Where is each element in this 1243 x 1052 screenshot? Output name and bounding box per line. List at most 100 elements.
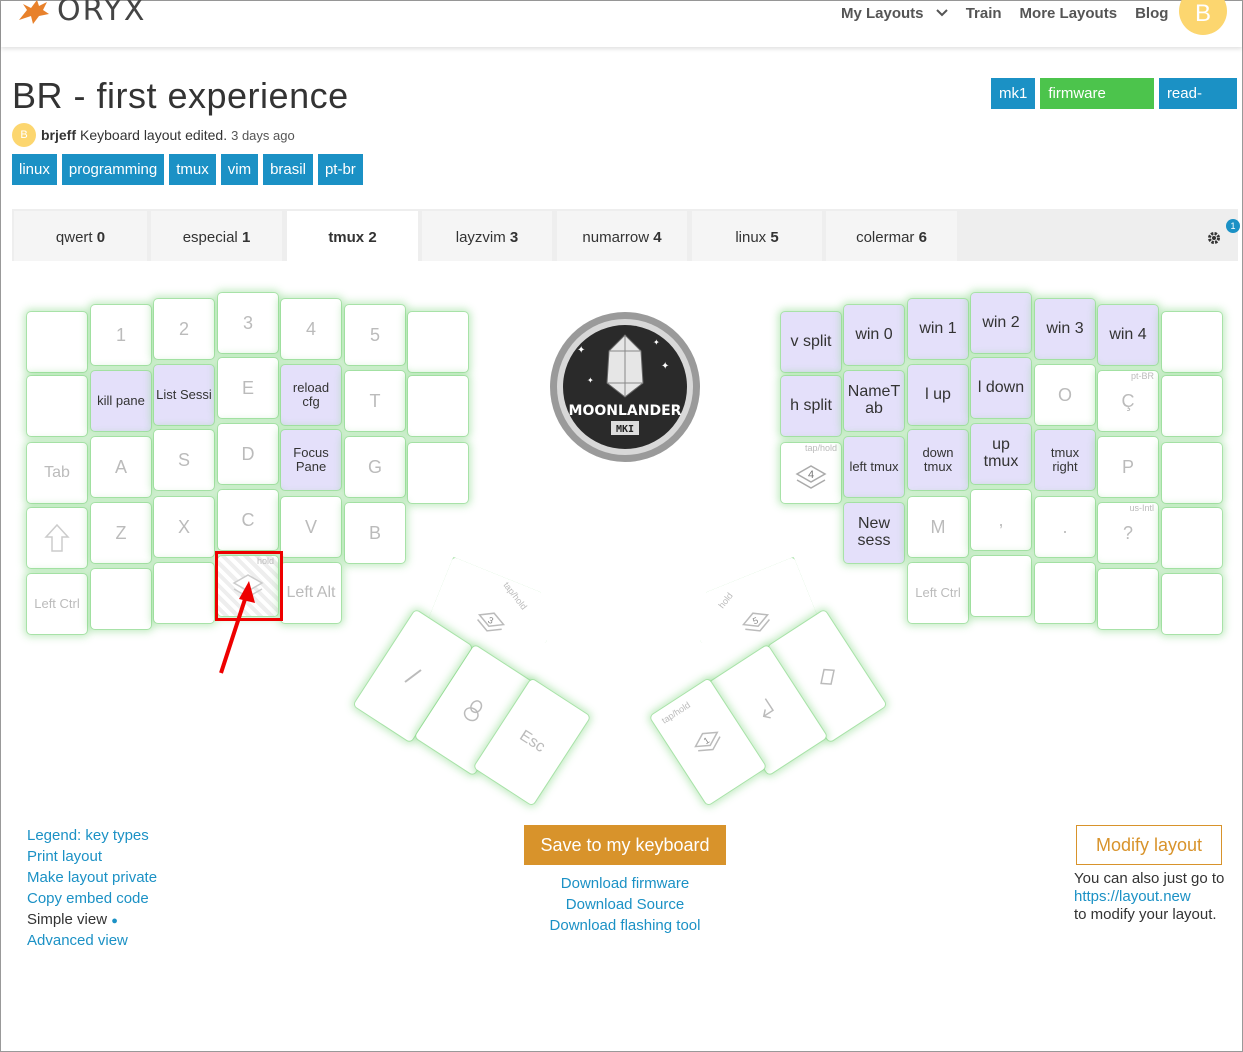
key[interactable] [154,563,214,623]
key-tmux-right[interactable]: tmux right [1035,430,1095,490]
tab-linux[interactable]: linux 5 [692,211,822,261]
tag-pt-br[interactable]: pt-br [317,154,363,185]
key-v-split[interactable]: v split [781,312,841,372]
save-to-keyboard-button[interactable]: Save to my keyboard [524,825,726,865]
key[interactable] [1162,574,1222,634]
tab-label: linux [735,229,767,246]
oryx-logo[interactable]: ORYX [17,0,146,28]
key[interactable] [408,443,468,503]
key-reload-cfg[interactable]: reload cfg [281,365,341,425]
key[interactable] [971,556,1031,616]
key[interactable] [1162,376,1222,436]
tag-brasil[interactable]: brasil [263,154,313,185]
key-label: E [241,377,254,398]
key-c-cedilla[interactable]: pt-BR Ç [1098,371,1158,431]
key[interactable] [1098,569,1158,629]
key-list-sessions[interactable]: List Sessi [154,365,214,425]
simple-view-option[interactable]: Simple view ● [27,911,157,932]
make-private-link[interactable]: Make layout private [27,869,157,890]
legend-link[interactable]: Legend: key types [27,827,157,848]
user-avatar[interactable]: B [1179,0,1227,35]
tab-layzvim[interactable]: layzvim 3 [422,211,552,261]
download-firmware-link[interactable]: Download firmware [524,875,726,896]
key-b[interactable]: B [345,503,405,563]
tab-qwert[interactable]: qwert 0 [14,211,147,261]
key-left-tmux[interactable]: left tmux [844,437,904,497]
tag-tmux[interactable]: tmux [169,154,216,185]
key-win0[interactable]: win 0 [844,305,904,365]
download-source-link[interactable]: Download Source [524,896,726,917]
key[interactable] [408,312,468,372]
advanced-view-link[interactable]: Advanced view [27,932,157,953]
key-z[interactable]: Z [91,503,151,563]
key[interactable] [1162,508,1222,568]
key-p[interactable]: P [1098,437,1158,497]
key-label: NameT [847,383,901,401]
key-comma[interactable]: , [971,490,1031,550]
key-h-split[interactable]: h split [781,376,841,436]
nav-train[interactable]: Train [966,5,1002,22]
key[interactable] [91,569,151,629]
key-shift[interactable] [27,508,87,568]
layout-new-link[interactable]: https://layout.new [1074,888,1239,906]
key-d[interactable]: D [218,424,278,484]
nav-blog[interactable]: Blog [1135,5,1168,22]
key-t[interactable]: T [345,371,405,431]
key-l-down[interactable]: l down [971,358,1031,418]
key-e[interactable]: E [218,358,278,418]
key-question[interactable]: us-Intl? [1098,503,1158,563]
key-o[interactable]: O [1035,365,1095,425]
nav-more-layouts[interactable]: More Layouts [1020,5,1118,22]
key-right-left-ctrl[interactable]: Left Ctrl [908,563,968,623]
tag-linux[interactable]: linux [12,154,57,185]
key-down-tmux[interactable]: down tmux [908,430,968,490]
key-dot[interactable]: . [1035,497,1095,557]
key-left-alt[interactable]: Left Alt [281,563,341,623]
author-name[interactable]: brjeff [41,127,76,143]
key[interactable] [1035,563,1095,623]
key-a[interactable]: A [91,437,151,497]
tab-especial[interactable]: especial 1 [151,211,282,261]
download-flashing-tool-link[interactable]: Download flashing tool [524,917,726,938]
key-3[interactable]: 3 [218,293,278,353]
key-new-sess[interactable]: New sess [844,503,904,563]
key-4[interactable]: 4 [281,299,341,359]
key[interactable] [27,312,87,372]
key-m[interactable]: M [908,497,968,557]
key-left-ctrl[interactable]: Left Ctrl [27,574,87,634]
key-win4[interactable]: win 4 [1098,305,1158,365]
key-s[interactable]: S [154,430,214,490]
tag-vim[interactable]: vim [220,154,259,185]
key-2[interactable]: 2 [154,299,214,359]
key[interactable] [1162,312,1222,372]
key-name-tab[interactable]: NameT ab [844,371,904,431]
key-x[interactable]: X [154,497,214,557]
modify-layout-button[interactable]: Modify layout [1076,825,1222,865]
key-focus-pane[interactable]: Focus Pane [281,430,341,490]
key-l-up[interactable]: l up [908,365,968,425]
key[interactable] [27,376,87,436]
key-tab[interactable]: Tab [27,443,87,503]
print-layout-link[interactable]: Print layout [27,848,157,869]
key[interactable] [1162,443,1222,503]
key-kill-pane[interactable]: kill pane [91,371,151,431]
key-v[interactable]: V [281,497,341,557]
key-win3[interactable]: win 3 [1035,299,1095,359]
tag-programming[interactable]: programming [61,154,165,185]
tab-colermar[interactable]: colermar 6 [826,211,957,261]
nav-my-layouts[interactable]: My Layouts [841,5,948,22]
key[interactable] [408,376,468,436]
key-win2[interactable]: win 2 [971,293,1031,353]
key-layer4-taphold[interactable]: tap/hold 4 [781,443,841,503]
copy-embed-link[interactable]: Copy embed code [27,890,157,911]
key-5[interactable]: 5 [345,305,405,365]
tab-numarrow[interactable]: numarrow 4 [557,211,687,261]
tab-tmux[interactable]: tmux 2 [287,211,418,261]
key-win1[interactable]: win 1 [908,299,968,359]
key-up-tmux[interactable]: up tmux [971,424,1031,484]
author-avatar[interactable]: B [12,123,36,147]
key-1[interactable]: 1 [91,305,151,365]
settings-button[interactable]: 1 [1208,219,1240,253]
key-g[interactable]: G [345,437,405,497]
key-c[interactable]: C [218,490,278,550]
